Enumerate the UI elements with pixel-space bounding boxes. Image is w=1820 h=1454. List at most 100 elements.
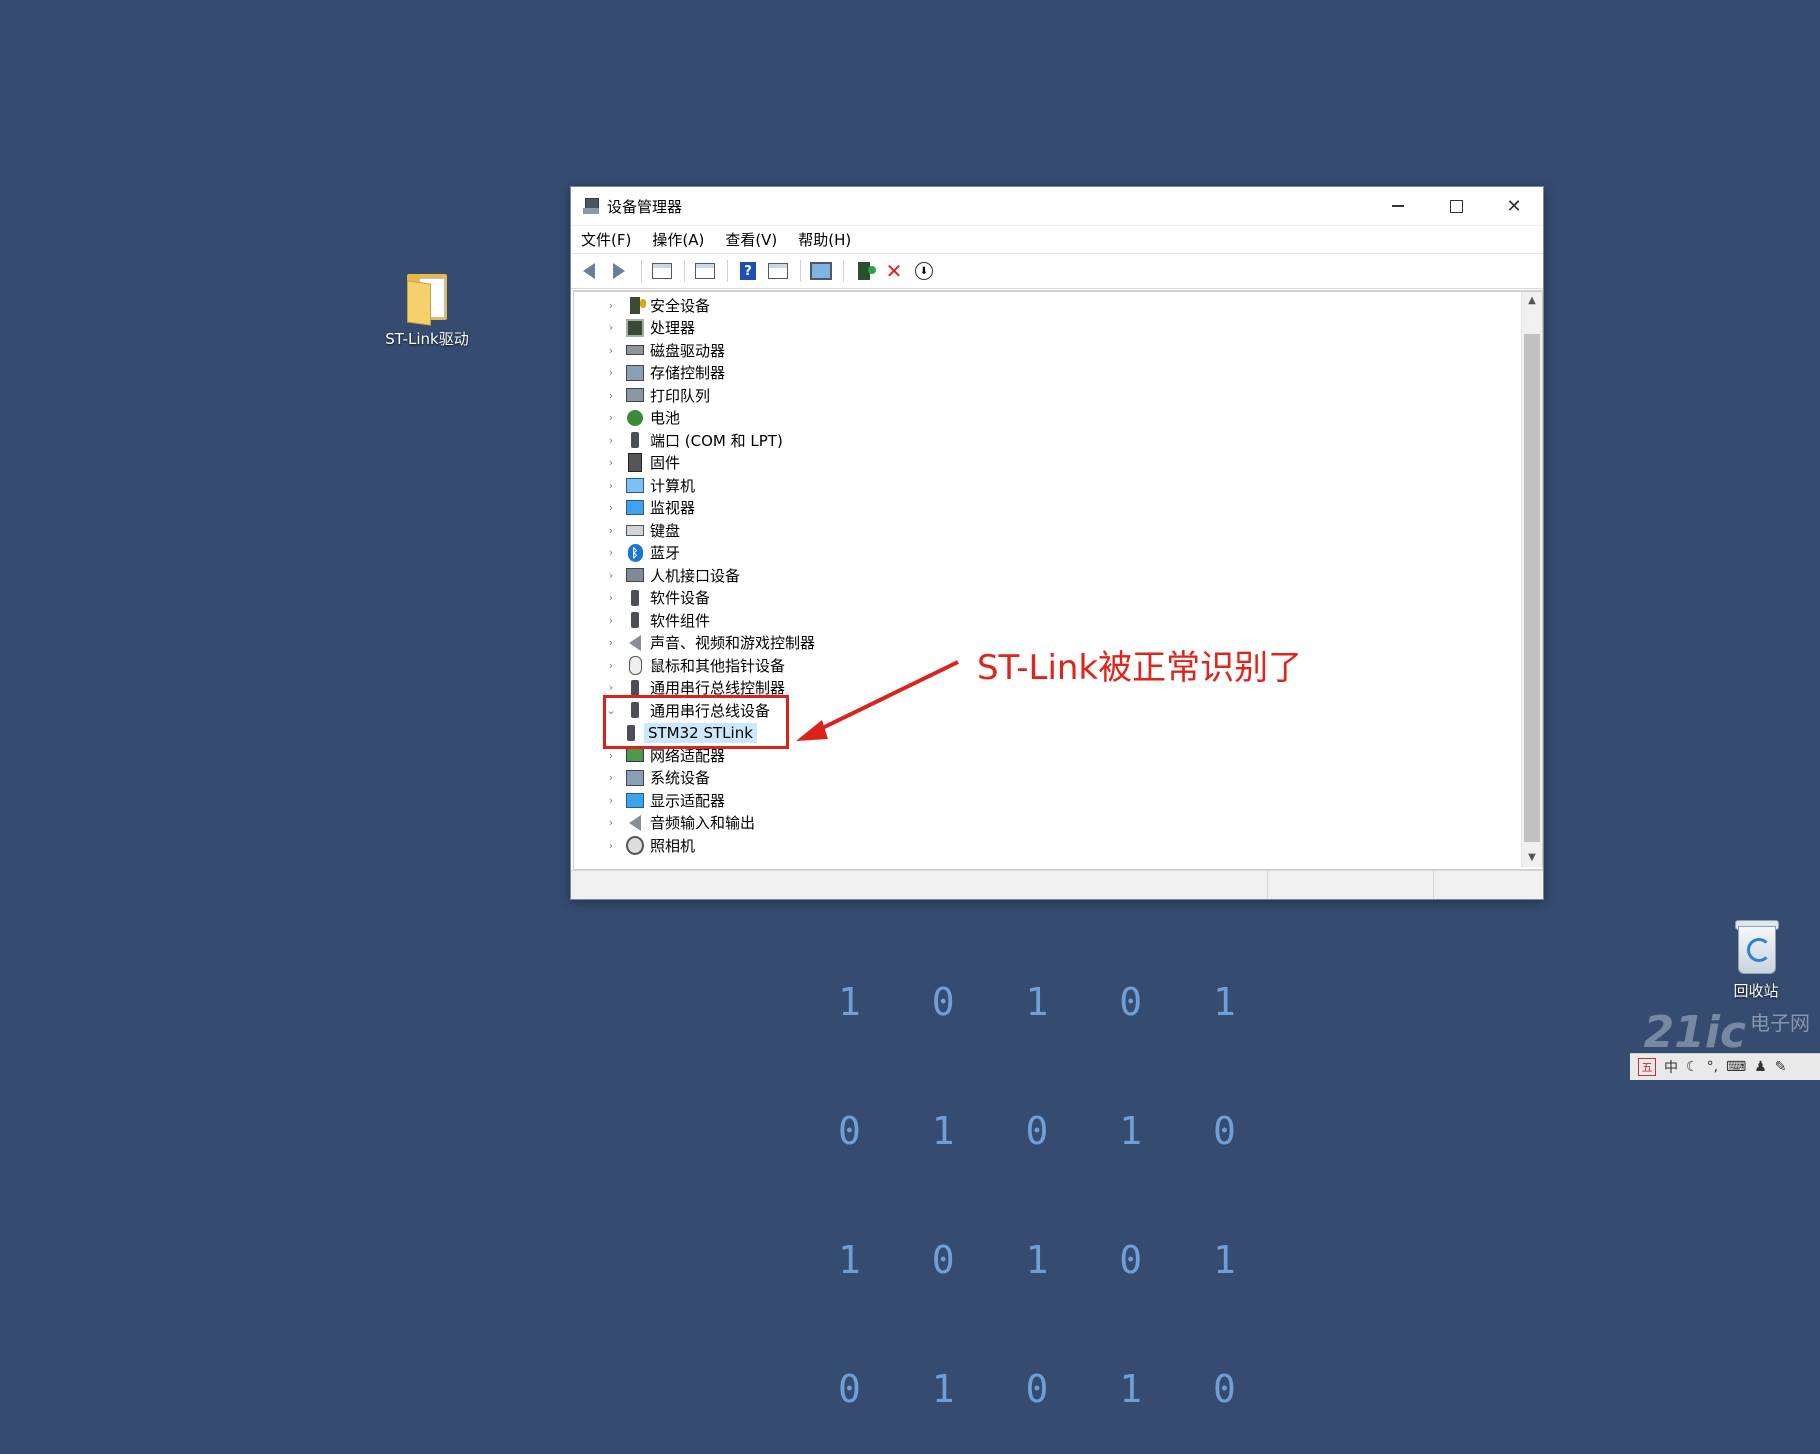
- menu-view[interactable]: 查看(V): [725, 229, 777, 250]
- properties-button[interactable]: [648, 258, 676, 284]
- security-device-icon: [626, 296, 646, 314]
- chevron-right-icon[interactable]: ›: [604, 659, 618, 672]
- settings-icon[interactable]: ✎: [1775, 1059, 1787, 1075]
- firmware-icon: [626, 453, 644, 473]
- tree-item[interactable]: › 处理器: [574, 317, 1522, 340]
- tree-item[interactable]: › 人机接口设备: [574, 564, 1522, 587]
- storage-controller-icon: [626, 364, 644, 382]
- close-button[interactable]: ✕: [1485, 187, 1543, 225]
- update-icon: [695, 263, 715, 279]
- chevron-right-icon[interactable]: ›: [604, 591, 618, 604]
- chevron-right-icon[interactable]: ›: [604, 794, 618, 807]
- menu-file[interactable]: 文件(F): [581, 229, 631, 250]
- update-driver-button[interactable]: [691, 258, 719, 284]
- uninstall-button[interactable]: ✕: [880, 258, 908, 284]
- status-bar: [571, 870, 1543, 899]
- chevron-right-icon[interactable]: ›: [604, 456, 618, 469]
- ime-mode-icon[interactable]: 五: [1638, 1058, 1656, 1076]
- chevron-right-icon[interactable]: ›: [604, 344, 618, 357]
- tree-item-label: 蓝牙: [650, 544, 681, 563]
- keyboard-icon[interactable]: ⌨: [1726, 1059, 1746, 1075]
- tree-item[interactable]: › 软件组件: [574, 609, 1522, 632]
- st-link-folder-desktop-icon[interactable]: ST-Link驱动: [367, 270, 487, 349]
- chevron-right-icon[interactable]: ›: [604, 816, 618, 829]
- download-button[interactable]: ⬇: [910, 258, 938, 284]
- chevron-right-icon[interactable]: ›: [604, 546, 618, 559]
- chevron-right-icon[interactable]: ›: [604, 749, 618, 762]
- audio-io-icon: [626, 814, 644, 832]
- user-icon[interactable]: ♟: [1754, 1059, 1767, 1075]
- tree-item[interactable]: › 键盘: [574, 519, 1522, 542]
- minimize-button[interactable]: [1369, 187, 1427, 225]
- scan-hardware-button[interactable]: [807, 258, 835, 284]
- chevron-right-icon[interactable]: ›: [604, 411, 618, 424]
- wallpaper-binary-pattern: 1 0 1 0 1 0 1 0 1 0 1 0 1 0 1 0 1 0 1 0: [838, 895, 1260, 1454]
- forward-button[interactable]: [605, 258, 633, 284]
- maximize-button[interactable]: [1427, 187, 1485, 225]
- chevron-right-icon[interactable]: ›: [604, 321, 618, 334]
- help-button[interactable]: ?: [734, 258, 762, 284]
- battery-icon: [626, 409, 644, 427]
- chevron-right-icon[interactable]: ›: [604, 524, 618, 537]
- add-device-button[interactable]: [850, 258, 878, 284]
- menu-help[interactable]: 帮助(H): [798, 229, 851, 250]
- recycle-bin-desktop-icon[interactable]: 回收站: [1696, 918, 1816, 1001]
- watermark-number: 21ic: [1643, 1007, 1746, 1058]
- moon-icon[interactable]: ☾: [1686, 1059, 1699, 1075]
- chevron-right-icon[interactable]: ›: [604, 569, 618, 582]
- tree-item[interactable]: › 音频输入和输出: [574, 812, 1522, 835]
- device-tree: › 安全设备 › 处理器 › 磁盘驱动器 › 存储控制器 › 打印队列 › 电池 › 端口 (COM 和 …: [574, 294, 1522, 867]
- toolbar-separator: [641, 260, 642, 282]
- scroll-up-icon[interactable]: ▲: [1522, 292, 1542, 310]
- tree-item[interactable]: › 照相机: [574, 834, 1522, 857]
- tree-item[interactable]: › 固件: [574, 452, 1522, 475]
- tree-item[interactable]: › ᛒ 蓝牙: [574, 542, 1522, 565]
- tree-item[interactable]: › 系统设备: [574, 767, 1522, 790]
- tree-item-label: 电池: [650, 409, 681, 428]
- monitor-icon: [626, 499, 644, 517]
- scroll-down-icon[interactable]: ▼: [1522, 849, 1542, 867]
- bluetooth-icon: ᛒ: [626, 543, 644, 562]
- ime-language-toggle[interactable]: 中: [1664, 1057, 1678, 1077]
- tree-item[interactable]: › 端口 (COM 和 LPT): [574, 429, 1522, 452]
- tree-item[interactable]: › 显示适配器: [574, 789, 1522, 812]
- title-bar[interactable]: 设备管理器 ✕: [571, 187, 1543, 226]
- tree-item[interactable]: › 打印队列: [574, 384, 1522, 407]
- tree-item[interactable]: › 安全设备: [574, 294, 1522, 317]
- tree-item[interactable]: › 存储控制器: [574, 362, 1522, 385]
- tree-item[interactable]: › 磁盘驱动器: [574, 339, 1522, 362]
- chevron-right-icon[interactable]: ›: [604, 366, 618, 379]
- chevron-right-icon[interactable]: ›: [604, 434, 618, 447]
- chevron-right-icon[interactable]: ›: [604, 389, 618, 402]
- tree-item-label: 端口 (COM 和 LPT): [650, 431, 783, 450]
- punctuation-icon[interactable]: °,: [1707, 1059, 1718, 1075]
- mouse-icon: [626, 655, 644, 675]
- chevron-right-icon[interactable]: ›: [604, 299, 618, 312]
- chevron-right-icon[interactable]: ›: [604, 839, 618, 852]
- chevron-right-icon[interactable]: ›: [604, 479, 618, 492]
- tree-item-label: 监视器: [650, 499, 696, 518]
- watermark-logo: 21ic 电子网: [1644, 1007, 1810, 1058]
- chevron-right-icon[interactable]: ›: [604, 681, 618, 694]
- tree-item-label: 处理器: [650, 319, 696, 338]
- vertical-scrollbar[interactable]: ▲ ▼: [1521, 292, 1542, 867]
- processor-icon: [626, 318, 644, 337]
- tree-item[interactable]: › 监视器: [574, 497, 1522, 520]
- tree-item-label: 显示适配器: [650, 791, 726, 810]
- back-button[interactable]: [575, 258, 603, 284]
- recycle-bin-label: 回收站: [1733, 982, 1779, 1000]
- menu-action[interactable]: 操作(A): [652, 229, 704, 250]
- status-divider: [1267, 871, 1268, 899]
- tree-item[interactable]: › 电池: [574, 407, 1522, 430]
- tree-item[interactable]: › 计算机: [574, 474, 1522, 497]
- folder-icon: [405, 270, 449, 326]
- view-button[interactable]: [764, 258, 792, 284]
- chevron-right-icon[interactable]: ›: [604, 636, 618, 649]
- chevron-right-icon[interactable]: ›: [604, 614, 618, 627]
- tree-item-label: 声音、视频和游戏控制器: [650, 634, 816, 653]
- chevron-right-icon[interactable]: ›: [604, 501, 618, 514]
- scroll-thumb[interactable]: [1524, 334, 1540, 842]
- tree-item-label: 音频输入和输出: [650, 814, 756, 833]
- tree-item[interactable]: › 软件设备: [574, 587, 1522, 610]
- chevron-right-icon[interactable]: ›: [604, 771, 618, 784]
